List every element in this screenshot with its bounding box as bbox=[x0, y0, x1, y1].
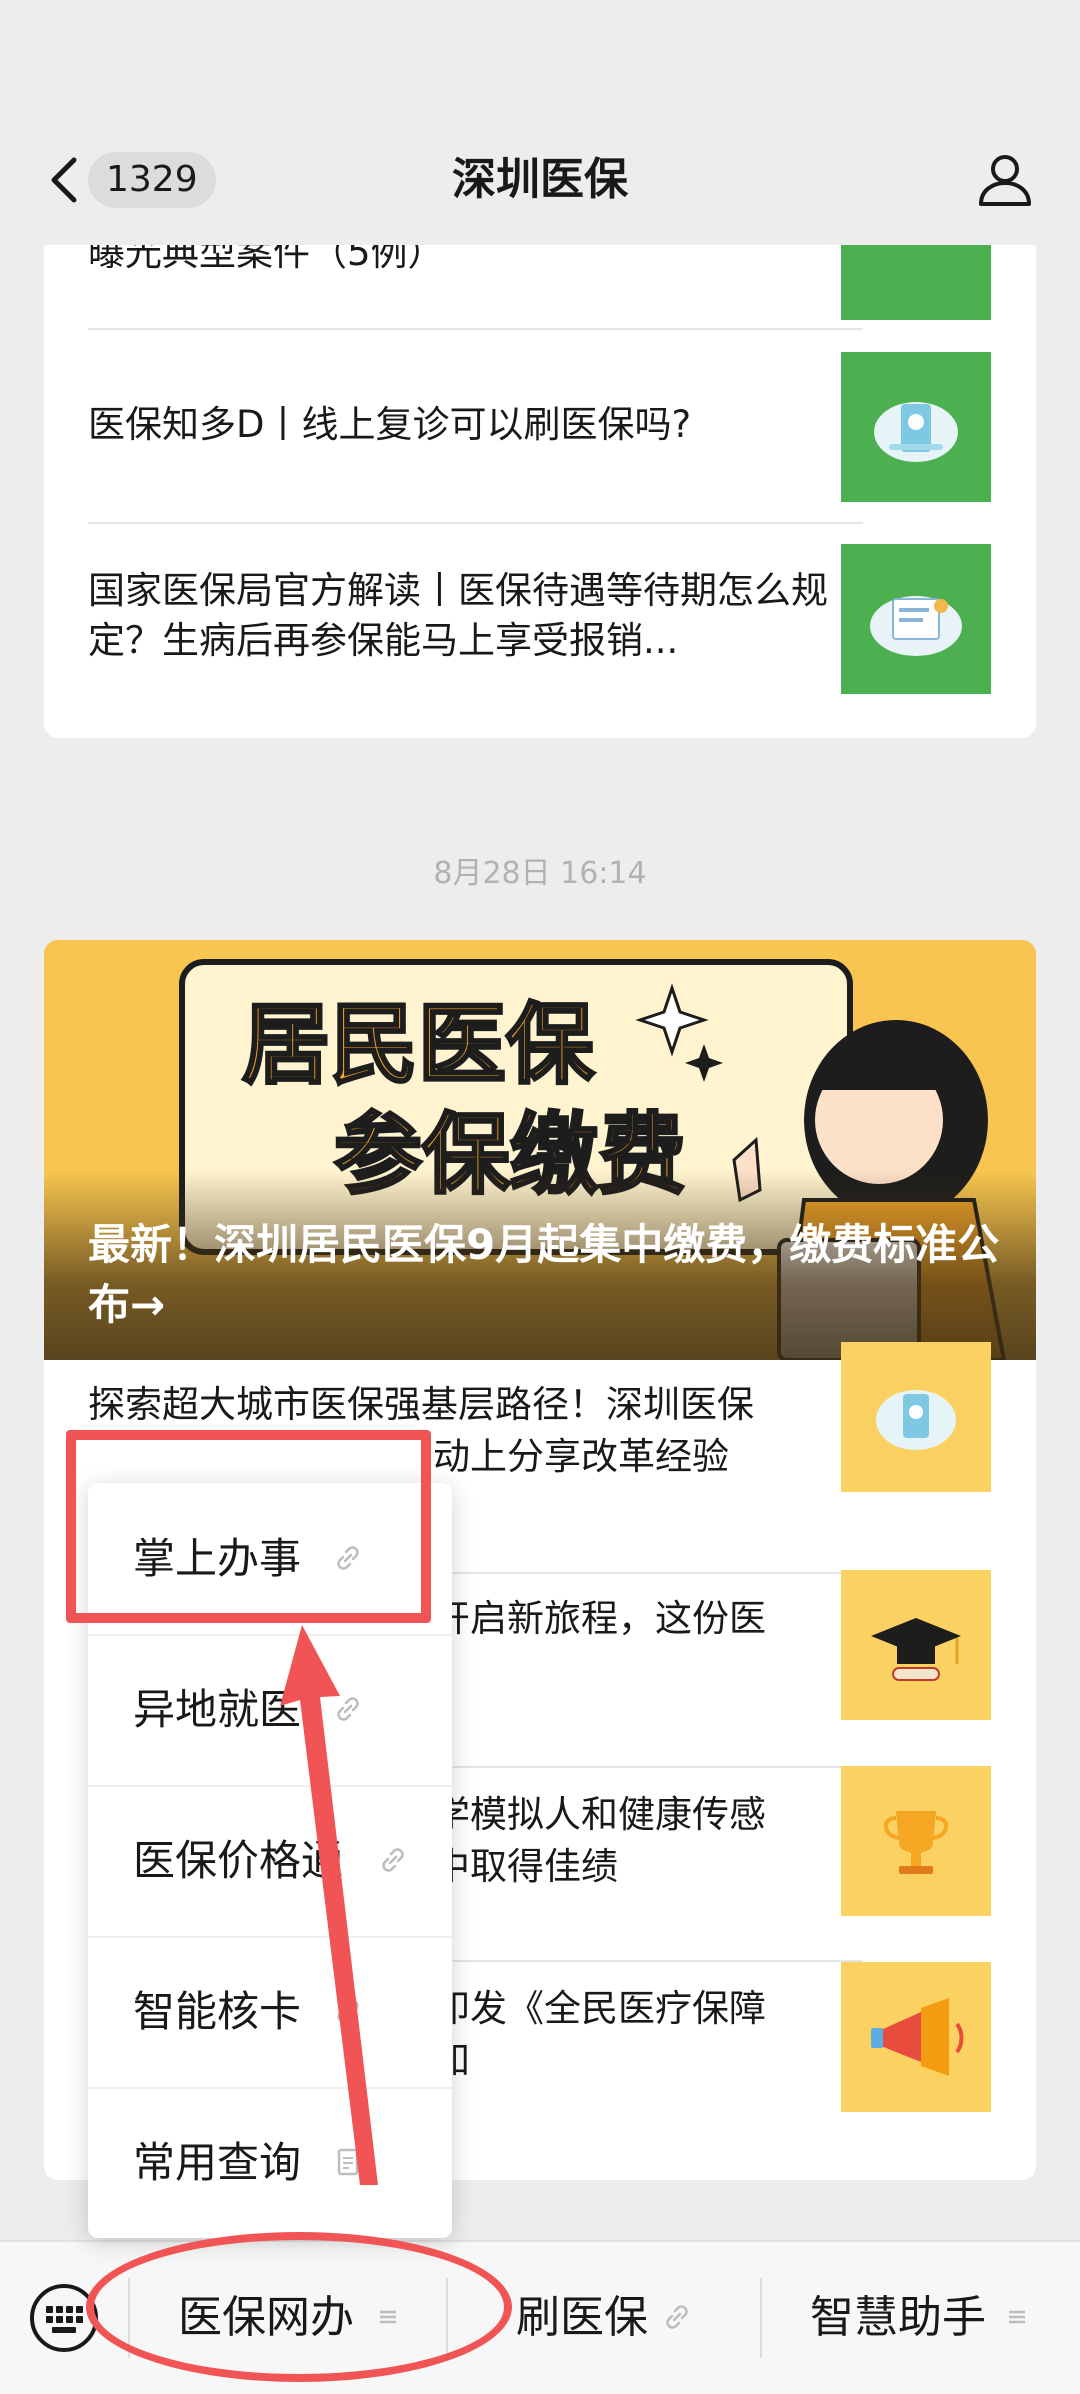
tab-zhihui-zhushou[interactable]: 智慧助手 bbox=[762, 2242, 1080, 2394]
document-icon bbox=[337, 2148, 359, 2176]
article-thumbnail bbox=[841, 544, 991, 694]
message-timestamp: 8月28日 16:14 bbox=[433, 856, 647, 891]
menu-item-yidi[interactable]: 异地就医 bbox=[88, 1634, 452, 1785]
person-icon bbox=[979, 155, 1031, 206]
list-item[interactable]: 医保知多D丨线上复诊可以刷医保吗? bbox=[44, 330, 1036, 524]
page-title: 深圳医保 bbox=[452, 154, 628, 205]
trophy-icon bbox=[883, 1811, 949, 1874]
banner-art-text-1: 居民医保 bbox=[242, 993, 595, 1096]
menu-item-chaxun[interactable]: 常用查询 bbox=[88, 2087, 452, 2238]
menu-item-jiagetong[interactable]: 医保价格通 bbox=[88, 1785, 452, 1936]
article-title: 国家医保局官方解读丨医保待遇等待期怎么规定？生病后再参保能马上享受报销... bbox=[88, 569, 828, 662]
profile-button[interactable] bbox=[975, 150, 1035, 210]
article-thumbnail bbox=[841, 1766, 991, 1916]
link-icon bbox=[337, 1697, 359, 1721]
highlight-ellipse-annotation bbox=[86, 2232, 512, 2382]
document-illustration-icon bbox=[870, 596, 962, 656]
list-item[interactable]: 国家医保局官方解读丨医保待遇等待期怎么规定？生病后再参保能马上享受报销... bbox=[44, 524, 1036, 718]
tab-label: 刷医保 bbox=[516, 2292, 648, 2343]
article-thumbnail bbox=[841, 352, 991, 502]
tab-label: 智慧助手 bbox=[810, 2292, 986, 2343]
article-thumbnail bbox=[841, 1962, 991, 2112]
megaphone-icon bbox=[871, 1998, 964, 2076]
article-title: 医保知多D丨线上复诊可以刷医保吗? bbox=[88, 403, 692, 446]
article-thumbnail bbox=[841, 1342, 991, 1492]
medical-illustration-icon bbox=[876, 1390, 956, 1450]
menu-lines-icon bbox=[1009, 2310, 1025, 2324]
graduation-cap-icon bbox=[871, 1618, 961, 1681]
menu-item-hedka[interactable]: 智能核卡 bbox=[88, 1936, 452, 2087]
article-title-line1: 探索超大城市医保强基层路径！深圳医保 bbox=[88, 1383, 754, 1426]
link-icon bbox=[382, 1848, 404, 1872]
medical-illustration-icon bbox=[874, 402, 958, 462]
article-card-1: 曝光典型案件（5例） 医保知多D丨线上复诊可以刷医保吗? 国家医保局官方解读丨医… bbox=[44, 170, 1036, 738]
article-thumbnail bbox=[841, 1570, 991, 1720]
menu-item-label: 常用查询 bbox=[133, 2138, 302, 2187]
link-icon bbox=[337, 1999, 359, 2023]
top-nav-bar: 1329 深圳医保 bbox=[0, 0, 1080, 245]
banner-article[interactable]: 居民医保 参保缴费 最新！深圳居民医保9月起集中缴费，缴费标准公布→ bbox=[44, 940, 1036, 1360]
menu-item-label: 智能核卡 bbox=[133, 1987, 302, 2036]
highlight-box-annotation bbox=[66, 1430, 431, 1623]
banner-title: 最新！深圳居民医保9月起集中缴费，缴费标准公布→ bbox=[88, 1220, 1000, 1329]
menu-item-label: 医保价格通 bbox=[133, 1836, 344, 1885]
link-icon bbox=[666, 2305, 688, 2329]
menu-item-label: 异地就医 bbox=[133, 1685, 302, 1734]
